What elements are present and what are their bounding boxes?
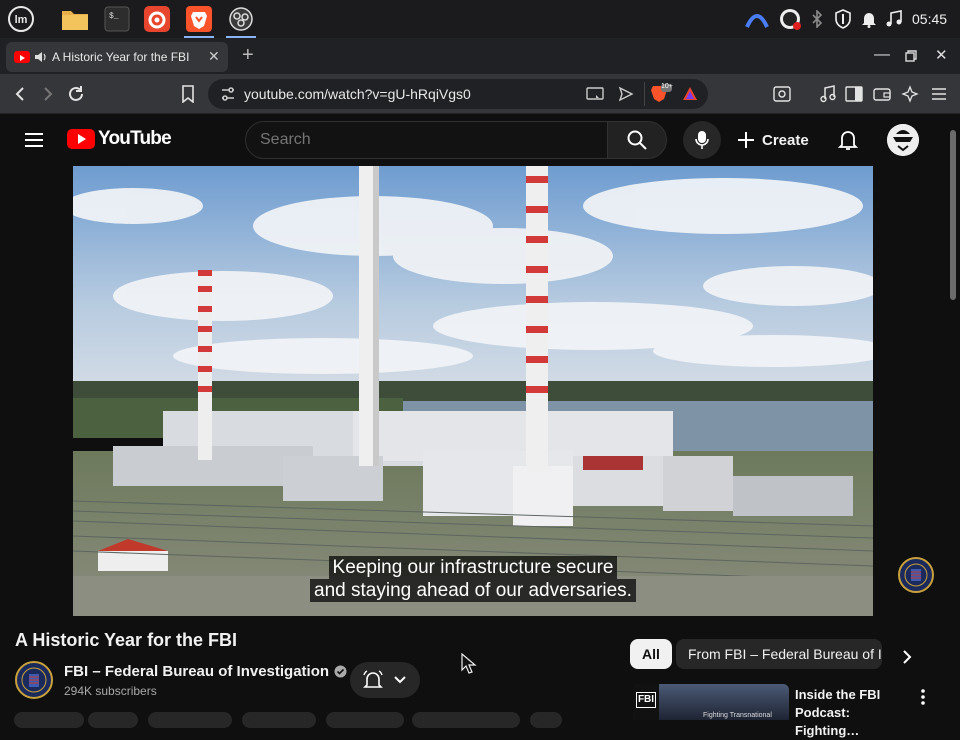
guide-menu-icon[interactable] <box>24 132 44 153</box>
mouse-cursor-icon <box>460 652 478 680</box>
channel-name[interactable]: FBI – Federal Bureau of Investigation <box>64 663 329 680</box>
recommended-thumbnail[interactable]: FBI Fighting Transnational <box>633 684 789 720</box>
youtube-logo[interactable]: YouTube <box>67 128 172 150</box>
back-icon[interactable] <box>8 82 32 106</box>
reader-mode-icon[interactable] <box>770 82 794 106</box>
more-actions-button-partial[interactable] <box>530 712 562 728</box>
caption-area: Keeping our infrastructure secure and st… <box>73 556 873 602</box>
firefox-icon[interactable] <box>142 4 172 34</box>
minimize-icon[interactable]: — <box>874 46 890 64</box>
forward-icon[interactable] <box>36 82 60 106</box>
url-divider <box>644 82 645 106</box>
microphone-icon <box>695 131 709 149</box>
thumb-caption: Fighting Transnational <box>703 712 772 719</box>
download-button-partial[interactable] <box>242 712 316 728</box>
fbi-watermark-icon[interactable] <box>898 557 934 593</box>
search-button[interactable] <box>607 121 667 159</box>
brave-rewards-icon[interactable] <box>682 86 698 107</box>
recommended-more-icon[interactable] <box>919 688 927 711</box>
browser-tab-active[interactable]: A Historic Year for the FBI ✕ <box>6 42 228 72</box>
media-control-icon[interactable] <box>816 82 840 106</box>
search-input[interactable] <box>260 130 590 150</box>
thumb-fbi-text: FBI <box>636 692 656 708</box>
video-player[interactable]: Keeping our infrastructure secure and st… <box>73 166 873 616</box>
obs-tray-icon[interactable] <box>778 7 802 36</box>
obs-studio-icon[interactable] <box>226 4 256 38</box>
svg-text:$_: $_ <box>109 12 119 21</box>
dislike-button-partial[interactable] <box>88 712 138 728</box>
recommended-title[interactable]: Inside the FBI Podcast: Fighting… <box>795 686 913 740</box>
url-text[interactable]: youtube.com/watch?v=gU-hRqiVgs0 <box>244 86 471 102</box>
youtube-header: YouTube Create <box>0 114 948 166</box>
verified-check-icon <box>334 665 347 678</box>
save-button-partial[interactable] <box>412 712 520 728</box>
menu-icon[interactable] <box>927 82 951 106</box>
subscription-bell-button[interactable] <box>350 662 420 698</box>
chevron-down-icon <box>394 676 406 684</box>
cloud-icon[interactable] <box>745 9 769 34</box>
shields-badge: 10+ <box>661 83 673 90</box>
shield-icon[interactable] <box>834 9 852 34</box>
send-icon[interactable] <box>618 86 634 107</box>
brave-browser-icon[interactable] <box>184 4 214 38</box>
channel-name-row: FBI – Federal Bureau of Investigation <box>64 663 347 680</box>
notifications-icon[interactable] <box>861 10 877 33</box>
svg-text:lm: lm <box>15 14 28 26</box>
site-settings-icon[interactable] <box>220 86 236 107</box>
browser-tab-bar: A Historic Year for the FBI ✕ + — ✕ <box>0 38 960 74</box>
youtube-play-logo-icon <box>67 129 95 149</box>
clip-button-partial[interactable] <box>326 712 404 728</box>
terminal-icon[interactable]: $_ <box>102 4 132 34</box>
page-scrollbar[interactable] <box>948 114 960 720</box>
create-button[interactable]: Create <box>736 121 812 159</box>
reload-icon[interactable] <box>64 82 88 106</box>
tab-audio-icon[interactable] <box>34 50 48 69</box>
clock: 05:45 <box>912 11 948 27</box>
brave-shields-icon[interactable]: 10+ <box>650 83 673 109</box>
subscriber-count: 294K subscribers <box>64 684 157 698</box>
music-icon[interactable] <box>885 10 903 33</box>
new-tab-button[interactable]: + <box>242 44 254 67</box>
bluetooth-icon[interactable] <box>811 9 823 31</box>
avatar[interactable] <box>887 124 919 156</box>
voice-search-button[interactable] <box>683 121 721 159</box>
chip-all[interactable]: All <box>630 639 672 669</box>
chip-from-channel[interactable]: From FBI – Federal Bureau of Investigati… <box>676 639 882 669</box>
plus-icon <box>738 132 754 148</box>
tab-title: A Historic Year for the FBI <box>52 50 190 64</box>
caption-line-2: and staying ahead of our adversaries. <box>310 579 636 602</box>
video-frame-power-plant <box>73 166 873 616</box>
chimney-right <box>526 166 548 471</box>
close-window-icon[interactable]: ✕ <box>935 46 948 64</box>
share-button-partial[interactable] <box>148 712 232 728</box>
taskbar: lm $_ 05:45 <box>0 0 960 38</box>
chimney-left <box>198 270 212 460</box>
leo-ai-icon[interactable] <box>898 82 922 106</box>
chips-next-icon[interactable] <box>900 648 914 671</box>
video-title: A Historic Year for the FBI <box>15 630 238 650</box>
bookmark-icon[interactable] <box>176 82 200 106</box>
notifications-bell-icon[interactable] <box>837 129 859 156</box>
scrollbar-thumb[interactable] <box>950 130 956 300</box>
search-box[interactable] <box>245 121 608 159</box>
channel-avatar[interactable] <box>15 661 53 699</box>
chimney-center <box>359 166 379 466</box>
sidebar-toggle-icon[interactable] <box>842 82 866 106</box>
files-folder-icon[interactable] <box>60 4 90 34</box>
like-button-partial[interactable] <box>14 712 84 728</box>
wallet-icon[interactable] <box>870 82 894 106</box>
browser-toolbar: youtube.com/watch?v=gU-hRqiVgs0 10+ <box>0 74 960 114</box>
youtube-favicon-icon <box>14 51 30 63</box>
address-bar[interactable]: youtube.com/watch?v=gU-hRqiVgs0 10+ <box>208 79 708 109</box>
create-label: Create <box>762 131 809 149</box>
tab-close-icon[interactable]: ✕ <box>208 48 220 65</box>
mint-menu-icon[interactable]: lm <box>6 4 36 34</box>
cast-icon[interactable] <box>586 86 604 107</box>
caption-line-1: Keeping our infrastructure secure <box>328 556 618 579</box>
restore-icon[interactable] <box>905 49 917 67</box>
bell-icon <box>363 670 383 688</box>
search-icon <box>627 130 647 150</box>
youtube-logo-text: YouTube <box>98 128 172 149</box>
